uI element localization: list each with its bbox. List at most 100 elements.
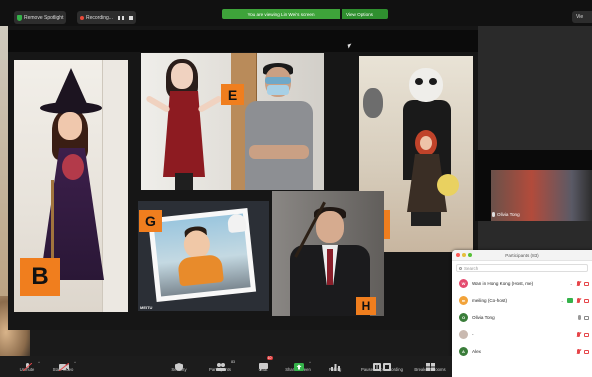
participants-icon — [215, 358, 226, 371]
shield-icon — [17, 14, 22, 21]
photo-door — [102, 60, 128, 312]
label-b: B — [20, 258, 60, 296]
mask-eye — [415, 78, 423, 85]
shared-window-titlebar — [8, 30, 478, 52]
pause-stop-recording-button[interactable]: Pause/Stop Recording — [361, 357, 403, 377]
participants-search-input[interactable]: Search — [456, 264, 588, 272]
photo-caption: MEITU — [140, 305, 153, 310]
video-off-icon[interactable] — [584, 349, 589, 354]
participants-titlebar: Participants (83) — [452, 250, 592, 261]
mic-muted-icon[interactable] — [576, 298, 581, 303]
start-video-button[interactable]: Start Video ^ — [48, 357, 78, 377]
participants-panel: Participants (83) Search W Wan in Hong K… — [452, 250, 592, 377]
pumpkin-outfit — [177, 254, 224, 287]
recording-indicator[interactable]: Recording... — [77, 11, 136, 24]
man-head — [316, 211, 344, 243]
remove-spotlight-label: Remove Spotlight — [24, 14, 64, 21]
chat-icon: 10 — [258, 356, 273, 371]
girl-face — [420, 136, 432, 150]
chevron-up-icon[interactable]: ^ — [74, 360, 76, 365]
photo-frame — [147, 208, 257, 302]
mic-muted-icon[interactable] — [576, 281, 581, 286]
goggles — [265, 77, 291, 84]
boots — [411, 212, 441, 226]
video-off-icon[interactable] — [584, 332, 589, 337]
chat-button[interactable]: 10 Chat — [248, 356, 278, 377]
stop-recording-icon[interactable] — [128, 15, 133, 20]
witch-hat — [54, 68, 88, 106]
mic-muted-icon — [22, 358, 32, 372]
crossed-arms — [249, 145, 309, 159]
participant-row[interactable]: - — [452, 326, 592, 343]
participant-row[interactable]: W Wan in Hong Kong (Host, me) ⌄ — [452, 275, 592, 292]
polling-button[interactable]: Polling — [320, 357, 350, 377]
poll-icon — [330, 358, 340, 371]
participant-name: Wan in Hong Kong (Host, me) — [472, 281, 534, 286]
top-bar: Remove Spotlight Recording... You are vi… — [0, 0, 592, 26]
video-off-icon[interactable] — [584, 281, 589, 286]
participant-name: Alex — [472, 349, 481, 354]
unmute-button[interactable]: Unmute ^ — [12, 357, 42, 377]
tile-name-label: Olivia Tong — [497, 212, 520, 217]
participant-status-icons: ⌄ — [561, 298, 589, 303]
participant-row[interactable]: O Olivia Tong — [452, 309, 592, 326]
share-screen-icon — [293, 358, 304, 371]
photo-e-costumes — [141, 53, 324, 190]
search-placeholder: Search — [464, 265, 479, 271]
share-banner: You are viewing Lin Wei's screen — [222, 9, 340, 19]
video-on-icon[interactable] — [567, 298, 573, 303]
participants-title: Participants (83) — [505, 252, 539, 258]
recording-label: Recording... — [86, 14, 113, 21]
participant-name: meiling (Co-host) — [472, 298, 507, 303]
meeting-toolbar: Unmute ^ Start Video ^ Security Particip… — [0, 356, 452, 377]
chevron-down-icon[interactable]: ⌄ — [561, 298, 564, 303]
view-options-button[interactable]: View Options — [342, 9, 388, 19]
chevron-down-icon[interactable]: ⌄ — [570, 281, 573, 286]
photo-frame-inner — [153, 213, 251, 297]
participant-row[interactable]: A Alex — [452, 343, 592, 360]
label-g: G — [139, 210, 162, 232]
toy-figure — [363, 88, 383, 118]
share-screen-button[interactable]: Share Screen ^ — [283, 357, 313, 377]
pause-recording-icon[interactable] — [117, 15, 124, 20]
mask-eye — [429, 78, 437, 85]
search-icon — [459, 266, 462, 270]
label-h: H — [356, 297, 376, 315]
red-tie — [327, 249, 333, 285]
view-button[interactable]: Vie — [572, 11, 592, 23]
security-button[interactable]: Security — [164, 357, 194, 377]
ghost-face — [171, 63, 193, 89]
participant-count: 83 — [231, 360, 235, 364]
ghost-decoration — [226, 213, 247, 234]
breakout-rooms-icon — [425, 358, 435, 371]
remove-spotlight-button[interactable]: Remove Spotlight — [14, 11, 67, 24]
participant-row[interactable]: m meiling (Co-host) ⌄ — [452, 292, 592, 309]
breakout-rooms-button[interactable]: Breakout Rooms — [412, 357, 448, 377]
participant-video-tile[interactable]: Olivia Tong — [475, 150, 592, 221]
chevron-up-icon[interactable]: ^ — [309, 360, 311, 365]
avatar: m — [459, 296, 468, 305]
participant-status-icons — [578, 315, 589, 320]
mic-icon[interactable] — [578, 315, 581, 320]
shield-icon — [174, 358, 184, 371]
participant-tile-name: Olivia Tong — [492, 212, 520, 217]
video-icon[interactable] — [584, 315, 589, 320]
participants-button[interactable]: Participants 83 — [205, 357, 235, 377]
participant-name: - — [472, 332, 474, 337]
video-off-icon[interactable] — [584, 298, 589, 303]
pumpkin-lantern — [437, 174, 459, 196]
mic-muted-icon[interactable] — [576, 349, 581, 354]
avatar: W — [459, 279, 468, 288]
record-controls-icon — [373, 358, 391, 371]
mic-muted-icon[interactable] — [576, 332, 581, 337]
chevron-up-icon[interactable]: ^ — [38, 360, 40, 365]
chat-badge: 10 — [266, 356, 273, 360]
zoom-window: Remove Spotlight Recording... You are vi… — [0, 0, 592, 377]
doll — [62, 154, 84, 180]
participant-status-icons: ⌄ — [570, 281, 589, 286]
face-mask — [267, 85, 289, 95]
record-dot-icon — [80, 15, 84, 20]
legs — [175, 173, 193, 190]
child-face — [58, 112, 82, 140]
avatar — [459, 330, 468, 339]
